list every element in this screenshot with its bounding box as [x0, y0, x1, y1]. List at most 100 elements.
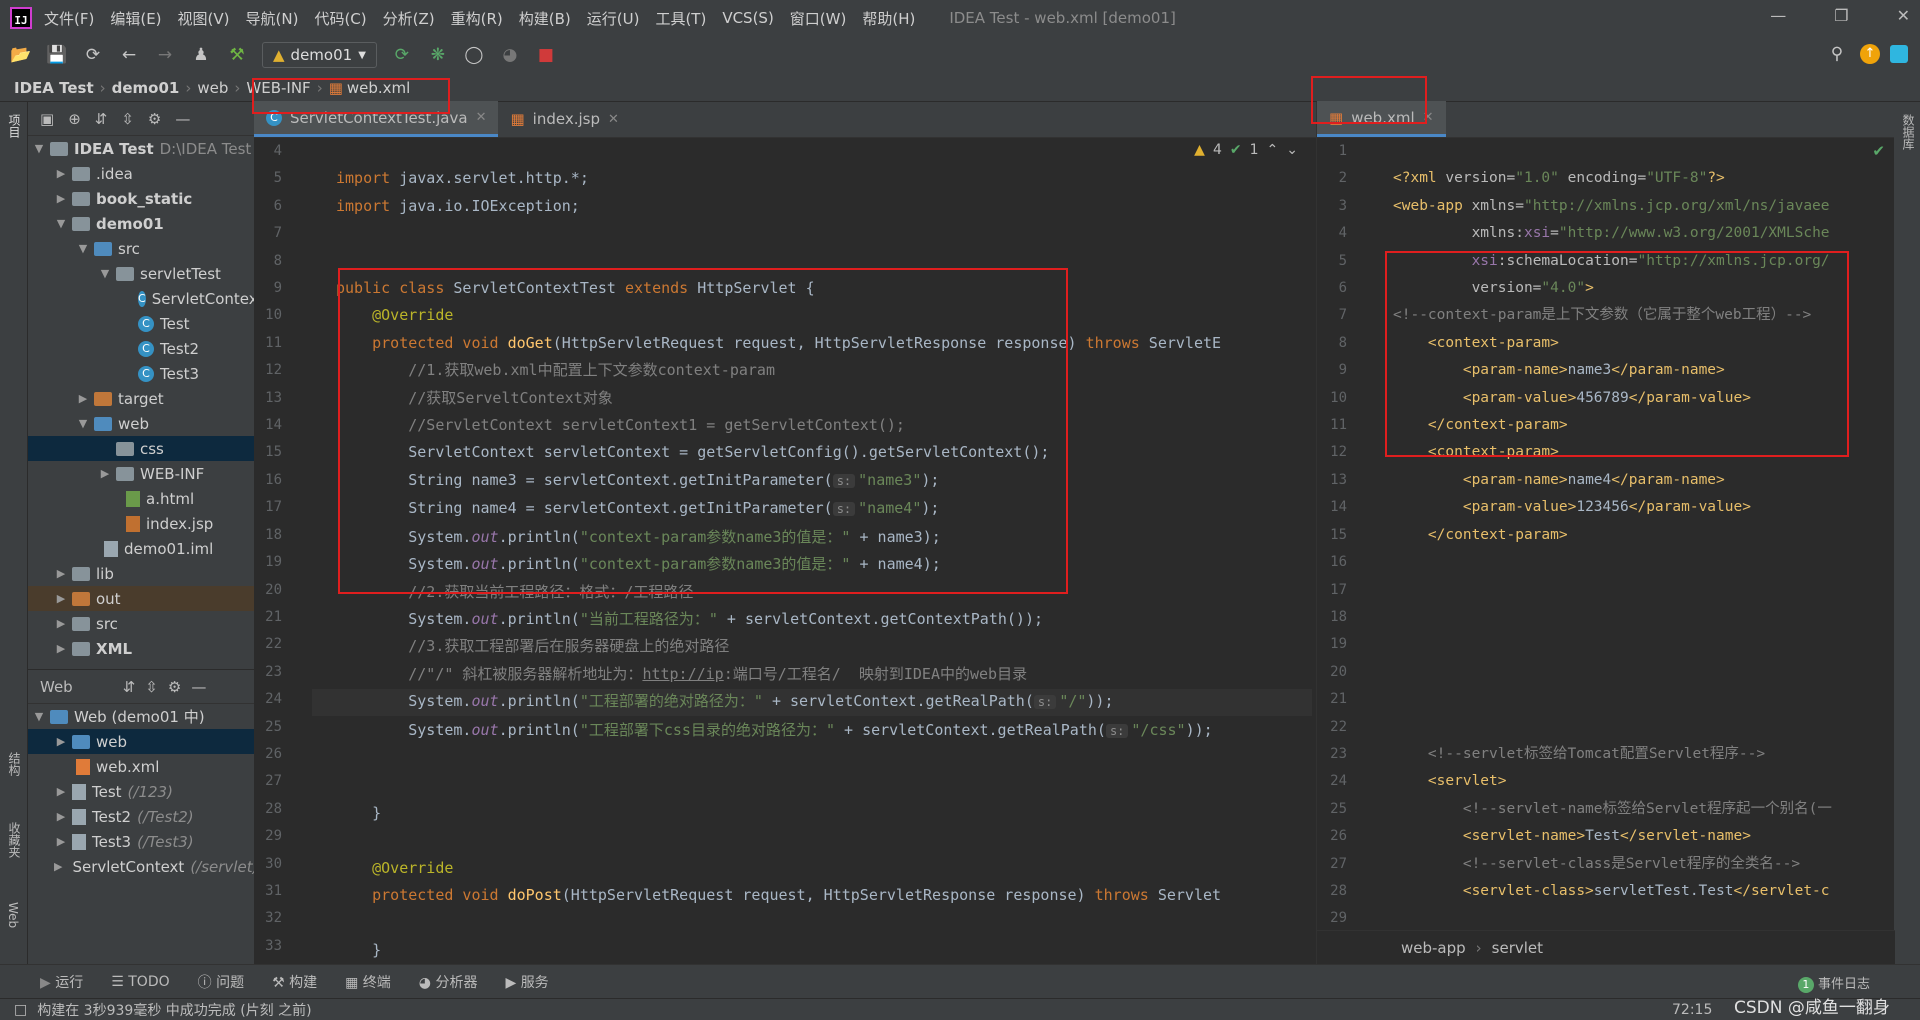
- tree-item[interactable]: ▶ .idea: [28, 161, 254, 186]
- xml-breadcrumb-servlet[interactable]: servlet: [1492, 939, 1543, 957]
- tool-terminal[interactable]: ▦ 终端: [345, 972, 391, 992]
- hide-icon[interactable]: —: [175, 110, 190, 128]
- xml-code-area[interactable]: 1 2 3 4 5 6 7 8 9 10 11 12 13 14 15 16 17 18 19 20 21 22 23 24 2…: [1317, 138, 1895, 930]
- minimize-icon[interactable]: —: [1770, 6, 1786, 25]
- tree-item[interactable]: ▶ Test3 (/Test3): [28, 829, 254, 854]
- menu-window[interactable]: 窗口(W): [790, 8, 847, 29]
- tree-item[interactable]: index.jsp: [28, 511, 254, 536]
- user-icon[interactable]: ♟: [190, 45, 212, 65]
- menu-view[interactable]: 视图(V): [178, 8, 230, 29]
- jetbrains-icon[interactable]: [1890, 45, 1908, 63]
- rerun-icon[interactable]: ⟳: [391, 45, 413, 65]
- status-message[interactable]: 构建在 3秒939毫秒 中成功完成 (片刻 之前): [37, 1000, 311, 1020]
- debug-icon[interactable]: ❋: [427, 45, 449, 65]
- tool-problems[interactable]: ⓘ 问题: [198, 972, 244, 992]
- favorites-tool-tab[interactable]: 收藏夹: [6, 822, 23, 858]
- line-number: 9: [273, 280, 282, 297]
- profile-icon[interactable]: ◕: [499, 45, 521, 65]
- structure-tool-tab[interactable]: 结构: [6, 752, 23, 776]
- gear-icon[interactable]: ⚙: [168, 678, 181, 696]
- open-folder-icon[interactable]: 📂: [10, 45, 32, 65]
- tree-item[interactable]: ▶ WEB-INF: [28, 461, 254, 486]
- web-tool-tab[interactable]: Web: [6, 902, 20, 928]
- stop-icon[interactable]: ■: [535, 45, 557, 65]
- tree-item[interactable]: ▶ src: [28, 611, 254, 636]
- java-code-area[interactable]: 4 5 6 7 8 9 10 11 12 13 14 15 16 17 18 19 20 21 22 23 24 25 26…: [254, 138, 1316, 964]
- close-window-icon[interactable]: ✕: [1897, 6, 1910, 25]
- tool-run[interactable]: ▶ 运行: [40, 972, 83, 992]
- menu-navigate[interactable]: 导航(N): [246, 8, 299, 29]
- tree-item[interactable]: ▼ Web (demo01 中): [28, 704, 254, 729]
- tree-item[interactable]: ▶ XML: [28, 636, 254, 661]
- tree-item[interactable]: demo01.iml: [28, 536, 254, 561]
- database-tool-tab[interactable]: 数据库: [1900, 114, 1917, 150]
- chevron-up-icon[interactable]: ⌃: [1267, 142, 1279, 158]
- line-number: 24: [265, 691, 282, 708]
- expand-all-icon[interactable]: ⇵: [123, 678, 136, 696]
- menu-edit[interactable]: 编辑(E): [110, 8, 161, 29]
- menu-run[interactable]: 运行(U): [587, 8, 640, 29]
- menu-vcs[interactable]: VCS(S): [722, 9, 773, 27]
- tree-item[interactable]: ▶ book_static: [28, 186, 254, 211]
- tree-item[interactable]: ▶ target: [28, 386, 254, 411]
- xml-breadcrumb-webapp[interactable]: web-app: [1401, 939, 1466, 957]
- tree-item[interactable]: C Test: [28, 311, 254, 336]
- tree-item[interactable]: a.html: [28, 486, 254, 511]
- tree-item[interactable]: ▼ demo01: [28, 211, 254, 236]
- save-icon[interactable]: 💾: [46, 45, 68, 65]
- build-hammer-icon[interactable]: ⚒: [226, 45, 248, 65]
- tool-profiler[interactable]: ◕ 分析器: [419, 972, 478, 992]
- tool-services[interactable]: ▶ 服务: [505, 972, 548, 992]
- chevron-down-icon[interactable]: ⌄: [1286, 142, 1298, 158]
- tree-item[interactable]: ▼ servletTest: [28, 261, 254, 286]
- breadcrumb-web[interactable]: web: [197, 79, 228, 97]
- menu-help[interactable]: 帮助(H): [862, 8, 915, 29]
- breadcrumb-module[interactable]: demo01: [112, 79, 180, 97]
- tree-item[interactable]: ▶ lib: [28, 561, 254, 586]
- update-icon[interactable]: ↑: [1860, 44, 1880, 64]
- tab-index-jsp[interactable]: ▦ index.jsp ✕: [498, 101, 630, 137]
- tree-item[interactable]: ▶ Test (/123): [28, 779, 254, 804]
- tree-item[interactable]: ▶ ServletContext (/servlet): [28, 854, 254, 879]
- menu-file[interactable]: 文件(F): [44, 8, 94, 29]
- breadcrumb-project[interactable]: IDEA Test: [14, 79, 94, 97]
- tree-item[interactable]: ▼ src: [28, 236, 254, 261]
- restore-icon[interactable]: ❐: [1834, 6, 1848, 25]
- tree-item[interactable]: CServletContextTest: [28, 286, 254, 311]
- menu-refactor[interactable]: 重构(R): [451, 8, 503, 29]
- menu-code[interactable]: 代码(C): [314, 8, 366, 29]
- close-tab-icon[interactable]: ✕: [476, 110, 487, 125]
- search-icon[interactable]: ⚲: [1826, 44, 1848, 64]
- run-configuration-select[interactable]: ▲ demo01 ▼: [262, 42, 377, 68]
- tree-item[interactable]: ▼ web: [28, 411, 254, 436]
- back-icon[interactable]: ←: [118, 45, 140, 65]
- tool-event-log[interactable]: 1 事件日志: [1797, 973, 1870, 993]
- locate-icon[interactable]: ⊕: [68, 110, 81, 128]
- coverage-icon[interactable]: ◯: [463, 45, 485, 65]
- caret-position[interactable]: 72:15: [1672, 1002, 1712, 1018]
- tool-build[interactable]: ⚒ 构建: [272, 972, 317, 992]
- menu-tools[interactable]: 工具(T): [655, 8, 706, 29]
- tree-item[interactable]: ▶ out: [28, 586, 254, 611]
- hide-icon[interactable]: —: [191, 678, 206, 696]
- tree-item-selected[interactable]: ▶ web: [28, 729, 254, 754]
- gear-icon[interactable]: ⚙: [148, 110, 161, 128]
- menu-analyze[interactable]: 分析(Z): [383, 8, 435, 29]
- view-mode-icon[interactable]: ▣: [40, 110, 54, 128]
- tree-item[interactable]: web.xml: [28, 754, 254, 779]
- tree-item[interactable]: C Test2: [28, 336, 254, 361]
- tree-item-selected[interactable]: css: [28, 436, 254, 461]
- status-square-icon[interactable]: □: [14, 1002, 27, 1018]
- collapse-all-icon[interactable]: ⇳: [145, 678, 158, 696]
- forward-icon[interactable]: →: [154, 45, 176, 65]
- close-tab-icon[interactable]: ✕: [608, 112, 619, 127]
- tree-item[interactable]: ▼ IDEA Test D:\IDEA Test: [28, 136, 254, 161]
- sync-icon[interactable]: ⟳: [82, 45, 104, 65]
- expand-all-icon[interactable]: ⇵: [95, 110, 108, 128]
- collapse-all-icon[interactable]: ⇳: [121, 110, 134, 128]
- project-tool-tab[interactable]: 项目: [6, 114, 23, 138]
- tree-item[interactable]: ▶ Test2 (/Test2): [28, 804, 254, 829]
- menu-build[interactable]: 构建(B): [519, 8, 571, 29]
- tool-todo[interactable]: ☰ TODO: [111, 974, 169, 990]
- tree-item[interactable]: C Test3: [28, 361, 254, 386]
